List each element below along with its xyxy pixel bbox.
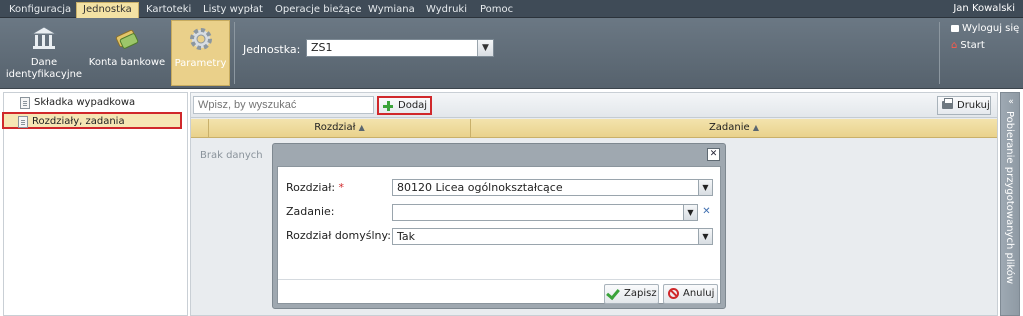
nav-item-rozdzialy-zadania[interactable]: Rozdziały, zadania — [2, 112, 182, 129]
nav-item-label: Składka wypadkowa — [34, 97, 136, 108]
edit-dialog: ✕ Rozdział: * 80120 Licea ogólnokształcą… — [272, 143, 726, 309]
bank-building-icon — [30, 24, 58, 52]
save-button-label: Zapisz — [624, 288, 657, 299]
tab-wydruki[interactable]: Wydruki — [420, 3, 473, 18]
home-icon: ⌂ — [951, 40, 958, 51]
lock-icon — [951, 24, 959, 32]
dialog-title-bar: ✕ — [273, 144, 725, 164]
plus-icon — [383, 101, 393, 111]
dialog-body: Rozdział: * 80120 Licea ogólnokształcące… — [277, 166, 721, 304]
tab-jednostka[interactable]: Jednostka — [76, 2, 139, 18]
parametry-label: Parametry — [174, 58, 227, 69]
print-button-label: Drukuj — [957, 100, 990, 111]
tab-listy-wyplat[interactable]: Listy wypłat — [197, 3, 269, 18]
dane-identyfikacyjne-label: Dane identyfikacyjne — [5, 57, 83, 80]
zadanie-select[interactable]: ▼ — [392, 204, 698, 221]
grid-toolbar: Dodaj Drukuj — [191, 93, 997, 118]
required-mark: * — [338, 181, 345, 194]
logout-link[interactable]: Wyloguj się — [951, 23, 1019, 34]
tab-pomoc[interactable]: Pomoc — [474, 3, 519, 18]
rozdzial-select-value: 80120 Licea ogólnokształcące — [397, 181, 563, 194]
chevron-down-icon[interactable]: ▼ — [698, 180, 712, 195]
cancel-button-label: Anuluj — [683, 288, 715, 299]
document-icon — [20, 97, 30, 109]
nav-item-skladka-wypadkowa[interactable]: Składka wypadkowa — [6, 95, 184, 112]
chevron-down-icon[interactable]: ▼ — [683, 205, 697, 220]
rozdzial-domyslny-label-text: Rozdział domyślny: — [286, 229, 391, 242]
column-header-rozdzial[interactable]: Rozdział ▲ — [209, 119, 471, 138]
konta-bankowe-button[interactable]: Konta bankowe — [88, 20, 166, 86]
column-header-label: Zadanie — [708, 122, 750, 133]
tab-operacje-biezace[interactable]: Operacje bieżące — [269, 3, 368, 18]
checkmark-icon — [606, 285, 620, 301]
column-header-zadanie[interactable]: Zadanie ▲ — [471, 119, 997, 138]
start-label: Start — [960, 40, 985, 51]
add-button[interactable]: Dodaj — [377, 96, 432, 115]
add-button-label: Dodaj — [398, 100, 428, 111]
document-icon — [18, 116, 28, 128]
cancel-button[interactable]: Anuluj — [663, 284, 718, 304]
print-button[interactable]: Drukuj — [937, 96, 991, 115]
zadanie-label-text: Zadanie: — [286, 205, 335, 218]
files-side-panel[interactable]: « Pobieranie przygotowanych plików — [1000, 92, 1020, 316]
rozdzial-domyslny-label: Rozdział domyślny: * — [286, 229, 400, 242]
search-input[interactable] — [193, 96, 374, 114]
sort-asc-icon: ▲ — [358, 123, 365, 132]
clear-icon[interactable]: ✕ — [700, 204, 713, 221]
printer-icon — [942, 98, 953, 109]
tab-wymiana[interactable]: Wymiana — [362, 3, 421, 18]
start-link[interactable]: ⌂ Start — [951, 40, 985, 51]
rozdzial-label: Rozdział: * — [286, 181, 344, 194]
rozdzial-label-text: Rozdział: — [286, 181, 336, 194]
column-header-label: Rozdział — [314, 122, 356, 133]
chevron-down-icon[interactable]: ▼ — [477, 40, 493, 56]
sort-asc-icon: ▲ — [752, 123, 760, 132]
files-panel-title: Pobieranie przygotowanych plików — [1004, 111, 1015, 285]
ribbon-toolbar: Dane identyfikacyjne Konta bankowe Param… — [0, 18, 1023, 89]
rozdzial-select[interactable]: 80120 Licea ogólnokształcące ▼ — [392, 179, 713, 196]
save-button[interactable]: Zapisz — [604, 284, 659, 304]
tab-konfiguracja[interactable]: Konfiguracja — [3, 3, 77, 18]
konta-bankowe-label: Konta bankowe — [88, 57, 166, 68]
rozdzial-domyslny-value: Tak — [397, 230, 416, 243]
top-menu-bar: Konfiguracja Jednostka Kartoteki Listy w… — [0, 0, 1023, 18]
unit-select[interactable]: ZS1 ▼ — [306, 39, 494, 57]
cancel-icon — [668, 288, 679, 299]
logout-label: Wyloguj się — [962, 23, 1020, 34]
grid-header-spacer — [191, 119, 209, 138]
zadanie-label: Zadanie: — [286, 205, 335, 218]
empty-grid-message: Brak danych — [200, 150, 263, 161]
ribbon-separator — [234, 22, 235, 84]
dane-identyfikacyjne-button[interactable]: Dane identyfikacyjne — [4, 20, 84, 86]
grid-header: Rozdział ▲ Zadanie ▲ — [191, 119, 997, 138]
unit-select-value: ZS1 — [311, 41, 333, 54]
bank-cards-icon — [113, 24, 141, 52]
rozdzial-domyslny-select[interactable]: Tak ▼ — [392, 228, 713, 245]
left-nav-panel: Składka wypadkowa Rozdziały, zadania — [2, 92, 188, 316]
nav-item-label: Rozdziały, zadania — [32, 116, 125, 127]
tab-kartoteki[interactable]: Kartoteki — [140, 3, 197, 18]
close-icon[interactable]: ✕ — [707, 148, 720, 161]
expand-panel-icon[interactable]: « — [1005, 97, 1017, 107]
unit-label: Jednostka: — [243, 43, 301, 56]
gear-icon — [187, 25, 215, 53]
ribbon-separator-right — [939, 22, 940, 84]
chevron-down-icon[interactable]: ▼ — [698, 229, 712, 244]
parametry-button[interactable]: Parametry — [171, 20, 230, 86]
user-name: Jan Kowalski — [953, 3, 1015, 14]
dialog-footer: Zapisz Anuluj — [278, 279, 720, 304]
